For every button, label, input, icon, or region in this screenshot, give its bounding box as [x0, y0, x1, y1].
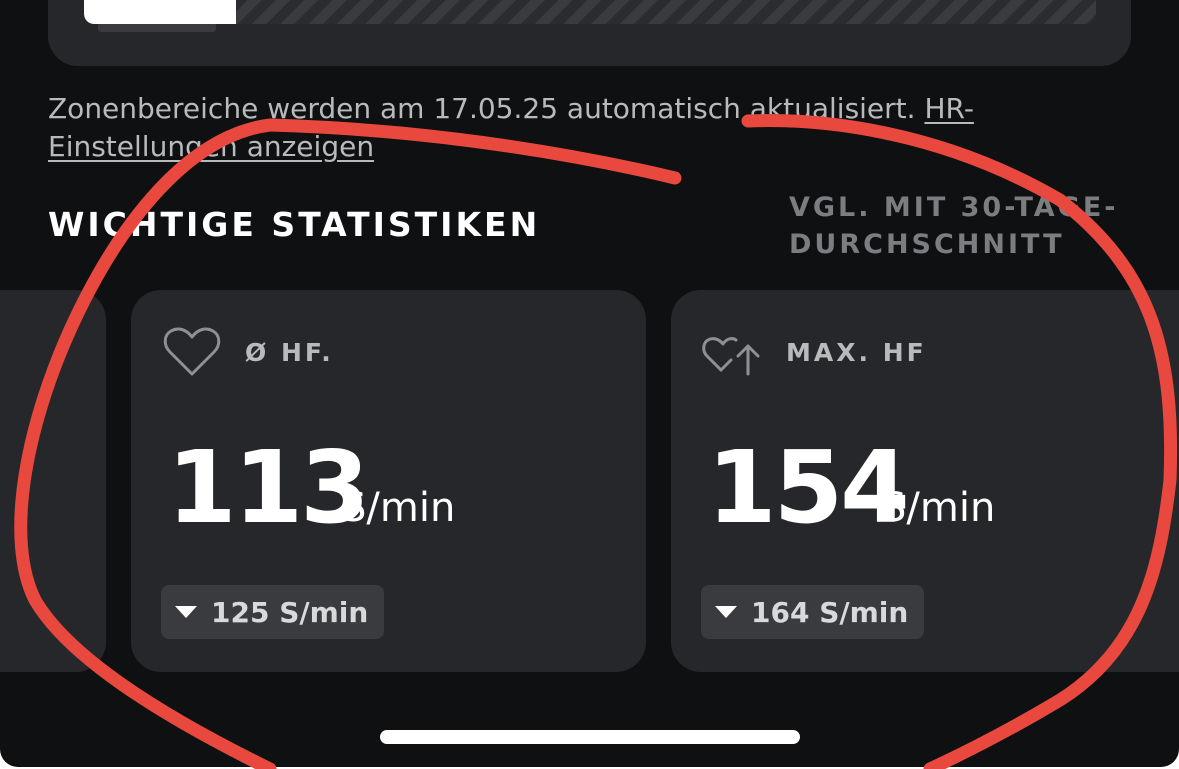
zone-update-note: Zonenbereiche werden am 17.05.25 automat…	[48, 90, 1048, 166]
zone-update-text: Zonenbereiche werden am 17.05.25 automat…	[48, 92, 925, 125]
max-hr-value: 154	[707, 429, 910, 546]
screen: Zonenbereiche werden am 17.05.25 automat…	[0, 0, 1179, 767]
avg-hr-value: 113	[167, 429, 370, 546]
max-hr-compare-value: 164 S/min	[751, 595, 909, 629]
zone-progress-bar	[84, 0, 1096, 24]
heart-rate-zones-card	[48, 0, 1131, 66]
zone-marker	[98, 24, 216, 32]
max-hr-compare-badge: 164 S/min	[701, 585, 925, 639]
avg-hr-compare-badge: 125 S/min	[161, 585, 385, 639]
heart-arrow-up-icon	[702, 337, 760, 376]
avg-hr-compare-value: 125 S/min	[211, 595, 369, 629]
heart-icon	[163, 327, 221, 376]
max-hr-label: MAX. HF	[786, 338, 927, 367]
avg-hr-unit: S/min	[341, 485, 456, 531]
section-title: WICHTIGE STATISTIKEN	[48, 205, 541, 244]
avg-hr-label: Ø HF.	[245, 338, 334, 367]
stat-card-avg-hr[interactable]: Ø HF. 113 S/min 125 S/min	[131, 290, 646, 672]
stat-card-max-hr[interactable]: MAX. HF 154 S/min 164 S/min	[671, 290, 1179, 672]
stat-card-previous[interactable]	[0, 290, 106, 672]
trend-down-icon	[175, 606, 197, 618]
compare-30-day-label: VGL. MIT 30-TAGE-DURCHSCHNITT	[789, 192, 1119, 260]
zone-progress-fill	[84, 0, 236, 24]
max-hr-unit: S/min	[881, 485, 996, 531]
home-indicator[interactable]	[380, 730, 800, 744]
trend-down-icon	[715, 606, 737, 618]
